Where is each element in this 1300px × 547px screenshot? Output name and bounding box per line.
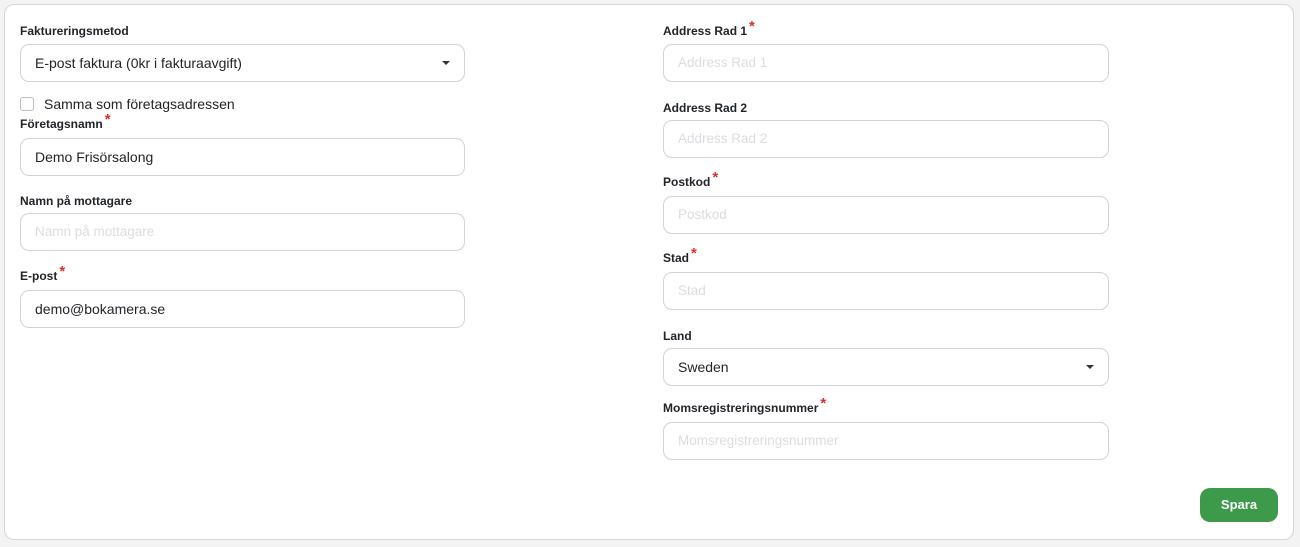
required-asterisk: * — [749, 18, 755, 35]
company-name-input[interactable]: Demo Frisörsalong — [20, 138, 465, 176]
address2-input[interactable]: Address Rad 2 — [663, 120, 1109, 158]
country-select[interactable]: Sweden — [663, 348, 1109, 386]
chevron-down-icon — [1086, 365, 1094, 369]
chevron-down-icon — [442, 61, 450, 65]
same-as-company-checkbox[interactable] — [20, 97, 34, 111]
billing-method-label: Faktureringsmetod — [20, 24, 129, 38]
company-name-label: Företagsnamn * — [20, 111, 111, 131]
email-label: E-post * — [20, 263, 66, 283]
postal-code-input[interactable]: Postkod — [663, 196, 1109, 234]
email-input[interactable]: demo@bokamera.se — [20, 290, 465, 328]
address1-input[interactable]: Address Rad 1 — [663, 44, 1109, 82]
required-asterisk: * — [691, 245, 697, 262]
required-asterisk: * — [104, 111, 111, 128]
address1-label: Address Rad 1 * — [663, 18, 755, 38]
city-label: Stad * — [663, 245, 697, 265]
required-asterisk: * — [59, 263, 66, 280]
required-asterisk: * — [712, 169, 719, 186]
save-button[interactable]: Spara — [1200, 488, 1278, 522]
country-label: Land — [663, 329, 692, 343]
recipient-name-input[interactable]: Namn på mottagare — [20, 213, 465, 251]
billing-method-value: E-post faktura (0kr i fakturaavgift) — [35, 55, 242, 71]
postal-code-label: Postkod * — [663, 169, 719, 189]
billing-method-select[interactable]: E-post faktura (0kr i fakturaavgift) — [20, 44, 465, 82]
city-input[interactable]: Stad — [663, 272, 1109, 310]
required-asterisk: * — [820, 395, 827, 412]
vat-number-label: Momsregistreringsnummer * — [663, 395, 827, 415]
vat-number-input[interactable]: Momsregistreringsnummer — [663, 422, 1109, 460]
address2-label: Address Rad 2 — [663, 101, 748, 115]
recipient-name-label: Namn på mottagare — [20, 194, 133, 208]
country-value: Sweden — [678, 359, 729, 375]
same-as-company-label[interactable]: Samma som företagsadressen — [44, 96, 235, 112]
